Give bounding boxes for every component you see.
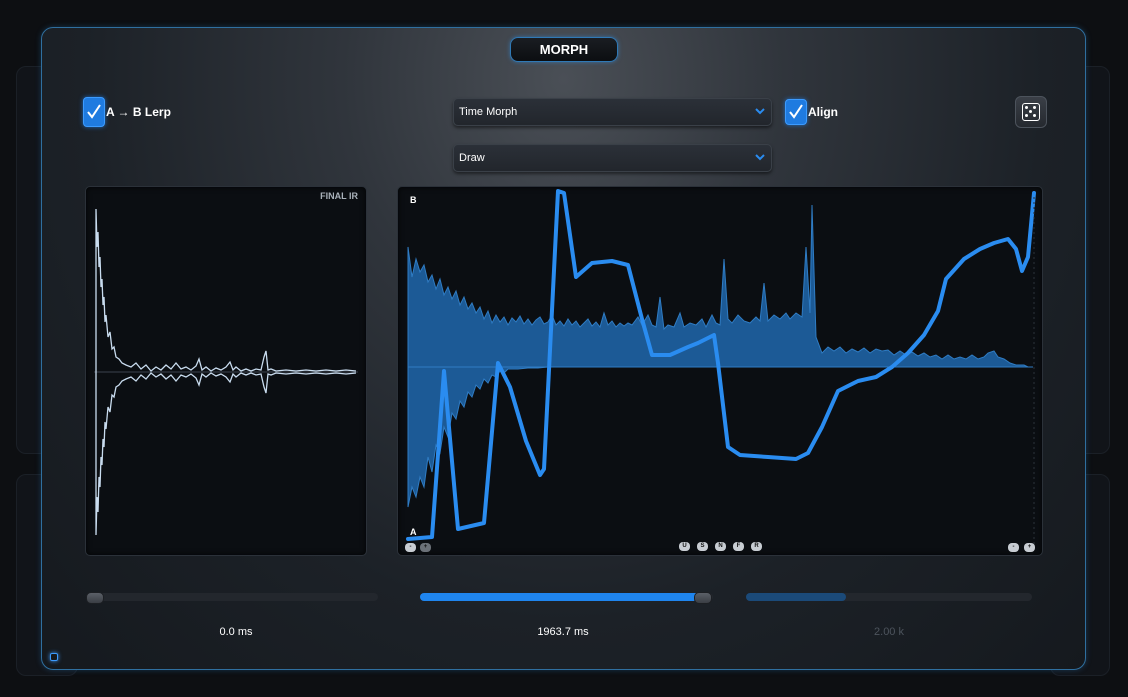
panel-corner-indicator bbox=[50, 653, 58, 661]
zoom-out-left-button[interactable]: - bbox=[405, 543, 416, 552]
time-length-fill bbox=[420, 593, 702, 601]
time-offset-readout: 0.0 ms bbox=[219, 626, 253, 638]
zoom-out-right-button[interactable]: - bbox=[1008, 543, 1019, 552]
morph-editor[interactable]: B A - + U S N F R - + bbox=[397, 186, 1043, 556]
lerp-label: A → B Lerp bbox=[106, 105, 171, 119]
lerp-checkbox[interactable] bbox=[83, 97, 105, 127]
randomize-button[interactable] bbox=[1015, 96, 1047, 128]
flip-button[interactable]: F bbox=[733, 542, 744, 551]
draw-mode-dropdown[interactable]: Draw bbox=[453, 144, 772, 172]
align-label: Align bbox=[808, 105, 838, 119]
normalize-button[interactable]: N bbox=[715, 542, 726, 551]
chevron-down-icon bbox=[755, 108, 765, 115]
panel-title: MORPH bbox=[510, 37, 618, 62]
chevron-down-icon bbox=[755, 154, 765, 161]
time-length-slider[interactable] bbox=[420, 592, 713, 604]
time-length-thumb[interactable] bbox=[694, 592, 712, 604]
final-ir-waveform bbox=[94, 208, 358, 536]
morph-mode-value: Time Morph bbox=[459, 106, 518, 118]
final-ir-display: FINAL IR bbox=[85, 186, 367, 556]
dice-icon bbox=[1022, 103, 1040, 121]
undo-button[interactable]: U bbox=[679, 542, 690, 551]
draw-mode-value: Draw bbox=[459, 152, 485, 164]
time-offset-slider[interactable] bbox=[86, 592, 378, 604]
zoom-in-right-button[interactable]: + bbox=[1024, 543, 1035, 552]
smooth-button[interactable]: S bbox=[697, 542, 708, 551]
time-offset-thumb[interactable] bbox=[86, 592, 104, 604]
checkmark-icon bbox=[789, 104, 803, 119]
frequency-fill bbox=[746, 593, 846, 601]
morph-mode-dropdown[interactable]: Time Morph bbox=[453, 98, 772, 126]
morph-panel: MORPH A → B Lerp Time Morph Align Draw F… bbox=[41, 27, 1086, 670]
frequency-readout: 2.00 k bbox=[874, 626, 904, 638]
zoom-in-left-button[interactable]: + bbox=[420, 543, 431, 552]
reset-button[interactable]: R bbox=[751, 542, 762, 551]
morph-editor-canvas[interactable] bbox=[398, 187, 1042, 555]
morph-label-b: B bbox=[410, 195, 417, 205]
checkmark-icon bbox=[87, 104, 101, 119]
time-length-readout: 1963.7 ms bbox=[537, 626, 589, 638]
morph-label-a: A bbox=[410, 527, 417, 537]
frequency-slider[interactable] bbox=[746, 593, 1032, 601]
align-checkbox[interactable] bbox=[785, 99, 807, 125]
